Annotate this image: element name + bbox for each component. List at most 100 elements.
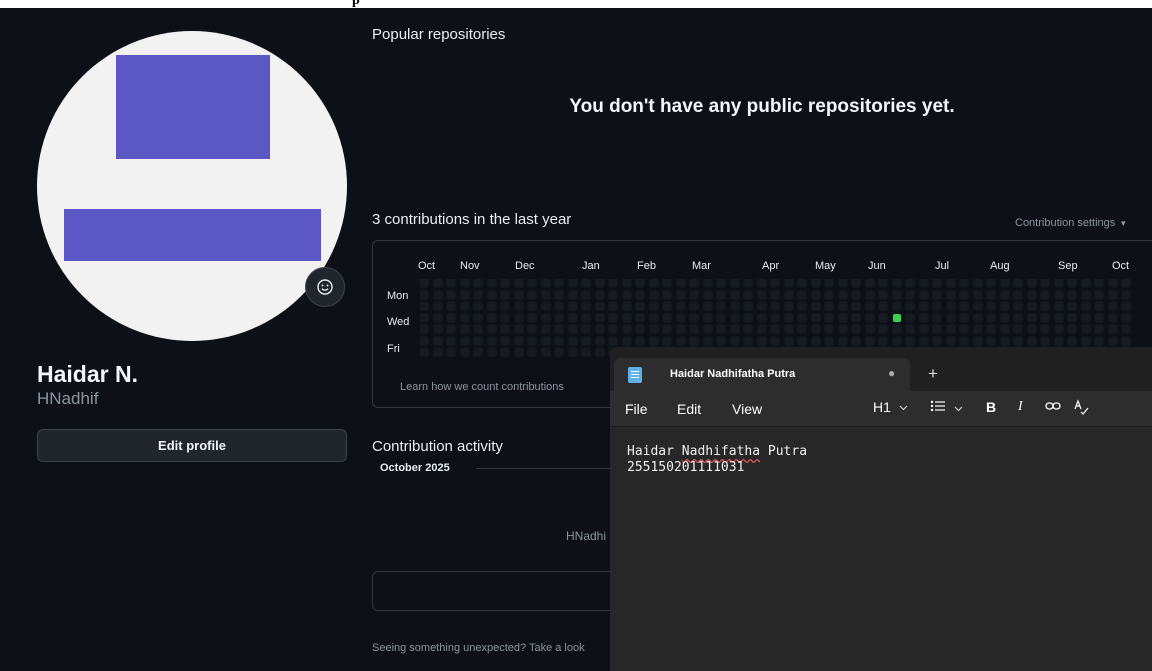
contribution-cell[interactable] (1081, 325, 1090, 333)
contribution-cell[interactable] (784, 325, 793, 333)
contribution-cell[interactable] (636, 302, 644, 310)
contribution-cell[interactable] (919, 279, 928, 287)
contribution-cell[interactable] (676, 313, 685, 322)
contribution-cell[interactable] (879, 313, 887, 322)
contribution-cell[interactable] (541, 348, 550, 356)
contribution-cell[interactable] (852, 290, 860, 299)
contribution-cell[interactable] (744, 290, 752, 299)
contribution-cell[interactable] (919, 290, 928, 299)
contribution-cell[interactable] (487, 313, 496, 322)
contribution-cell[interactable] (784, 302, 793, 310)
contribution-cell[interactable] (541, 279, 550, 287)
contribution-cell[interactable] (568, 336, 577, 345)
contribution-cell[interactable] (528, 348, 536, 356)
contribution-cell[interactable] (906, 313, 914, 322)
contribution-cell[interactable] (1068, 290, 1076, 299)
contribution-cell[interactable] (906, 325, 914, 333)
contribution-cell[interactable] (433, 302, 442, 310)
menu-file[interactable]: File (625, 401, 648, 417)
contribution-cell[interactable] (811, 279, 820, 287)
contribution-cell[interactable] (460, 290, 469, 299)
contribution-cell[interactable] (838, 290, 847, 299)
contribution-cell[interactable] (447, 302, 455, 310)
contribution-cell[interactable] (555, 336, 563, 345)
contribution-cell[interactable] (555, 302, 563, 310)
contribution-cell[interactable] (474, 336, 482, 345)
contribution-cell[interactable] (987, 325, 995, 333)
contribution-cell[interactable] (1041, 302, 1049, 310)
contribution-cell[interactable] (690, 336, 698, 345)
contribution-cell[interactable] (960, 325, 968, 333)
contribution-cell[interactable] (703, 279, 712, 287)
contribution-cell[interactable] (987, 336, 995, 345)
contribution-cell[interactable] (744, 313, 752, 322)
contribution-cell[interactable] (1041, 290, 1049, 299)
contribution-cell[interactable] (690, 302, 698, 310)
contribution-cell[interactable] (487, 302, 496, 310)
contribution-cell[interactable] (987, 313, 995, 322)
contribution-cell[interactable] (433, 313, 442, 322)
contribution-cell[interactable] (582, 313, 590, 322)
bold-button[interactable]: B (986, 399, 996, 415)
contribution-cell[interactable] (663, 279, 671, 287)
contribution-cell[interactable] (771, 336, 779, 345)
contribution-cell[interactable] (1027, 325, 1036, 333)
contribution-cell[interactable] (447, 325, 455, 333)
contribution-cell[interactable] (501, 290, 509, 299)
contribution-cell[interactable] (595, 336, 604, 345)
contribution-cell[interactable] (460, 348, 469, 356)
contribution-cell[interactable] (784, 290, 793, 299)
contribution-cell[interactable] (717, 279, 725, 287)
contribution-cell[interactable] (514, 336, 523, 345)
contribution-cell[interactable] (622, 325, 631, 333)
contribution-cell[interactable] (879, 325, 887, 333)
contribution-cell[interactable] (514, 279, 523, 287)
contribution-cell[interactable] (703, 336, 712, 345)
contribution-cell[interactable] (595, 302, 604, 310)
contribution-cell[interactable] (555, 290, 563, 299)
contribution-cell[interactable] (1054, 325, 1063, 333)
contribution-cell[interactable] (838, 325, 847, 333)
contribution-cell[interactable] (622, 290, 631, 299)
contribution-cell[interactable] (906, 290, 914, 299)
contribution-cell[interactable] (892, 325, 901, 333)
contribution-cell[interactable] (892, 302, 901, 310)
contribution-cell[interactable] (960, 290, 968, 299)
contribution-cell[interactable] (1122, 336, 1130, 345)
contribution-cell[interactable] (1027, 290, 1036, 299)
contribution-cell[interactable] (420, 290, 428, 299)
contribution-cell[interactable] (609, 313, 617, 322)
contribution-cell[interactable] (501, 348, 509, 356)
contribution-cell[interactable] (946, 336, 955, 345)
contribution-cell[interactable] (838, 302, 847, 310)
set-status-button[interactable] (305, 267, 345, 307)
contribution-cell[interactable] (460, 279, 469, 287)
contribution-cell[interactable] (838, 279, 847, 287)
contribution-cell[interactable] (717, 313, 725, 322)
contribution-cell[interactable] (1000, 290, 1009, 299)
contribution-cell[interactable] (663, 290, 671, 299)
contribution-cell[interactable] (933, 336, 941, 345)
contribution-cell[interactable] (528, 290, 536, 299)
contribution-cell[interactable] (1095, 336, 1103, 345)
contribution-cell[interactable] (865, 325, 874, 333)
contribution-cell[interactable] (960, 302, 968, 310)
contribution-cell[interactable] (501, 279, 509, 287)
contribution-cell[interactable] (811, 325, 820, 333)
contribution-cell[interactable] (636, 313, 644, 322)
contribution-cell[interactable] (757, 290, 766, 299)
contribution-cell[interactable] (595, 290, 604, 299)
contribution-cell[interactable] (987, 279, 995, 287)
contribution-cell[interactable] (933, 290, 941, 299)
contribution-cell[interactable] (1081, 279, 1090, 287)
contribution-cell[interactable] (757, 279, 766, 287)
contribution-cell[interactable] (474, 290, 482, 299)
contribution-cell[interactable] (730, 336, 739, 345)
contribution-cell[interactable] (852, 313, 860, 322)
contribution-cell[interactable] (1108, 336, 1117, 345)
contribution-cell[interactable] (487, 348, 496, 356)
contribution-cell[interactable] (798, 279, 806, 287)
contribution-cell[interactable] (636, 290, 644, 299)
contribution-cell[interactable] (649, 313, 658, 322)
avatar[interactable] (37, 31, 347, 341)
